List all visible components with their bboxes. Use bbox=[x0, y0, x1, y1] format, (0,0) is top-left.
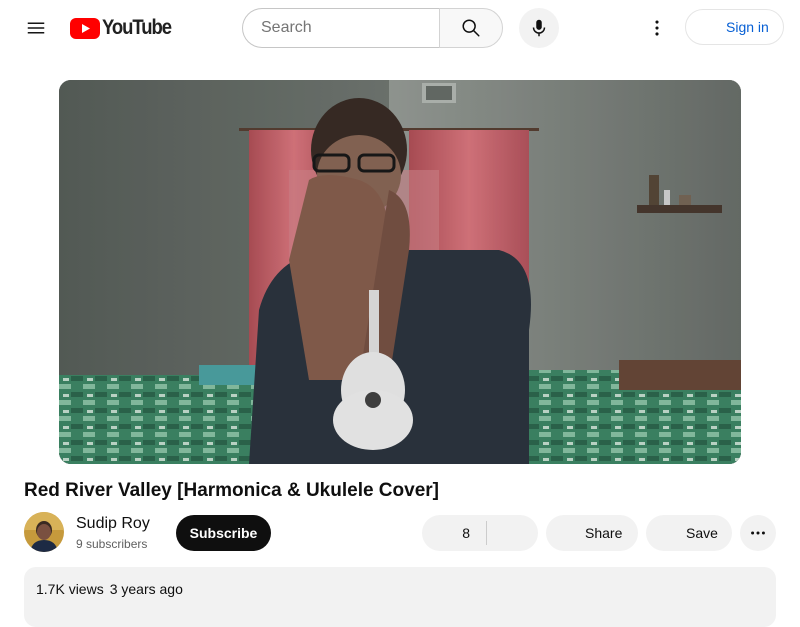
video-title: Red River Valley [Harmonica & Ukulele Co… bbox=[24, 480, 439, 501]
youtube-logo[interactable]: YouTube bbox=[70, 15, 180, 41]
subscribe-button[interactable]: Subscribe bbox=[176, 515, 271, 551]
upload-age: 3 years ago bbox=[109, 581, 183, 597]
more-actions-button[interactable] bbox=[740, 515, 776, 551]
share-button[interactable]: Share bbox=[546, 515, 638, 551]
description-box[interactable]: 1.7K views 3 years ago bbox=[24, 567, 776, 627]
video-player[interactable] bbox=[59, 80, 741, 464]
channel-name[interactable]: Sudip Roy bbox=[76, 513, 150, 535]
masthead: YouTube Sign in bbox=[0, 0, 800, 56]
search-button[interactable] bbox=[439, 8, 503, 48]
like-dislike-group: 8 bbox=[422, 515, 538, 551]
voice-search-button[interactable] bbox=[519, 8, 559, 48]
like-count: 8 bbox=[462, 525, 470, 541]
avatar-image bbox=[24, 512, 64, 552]
share-label: Share bbox=[585, 525, 623, 541]
search-input[interactable] bbox=[259, 18, 440, 38]
logo-text: YouTube bbox=[102, 16, 172, 39]
more-horizontal-icon bbox=[751, 531, 765, 535]
settings-more-button[interactable] bbox=[637, 8, 677, 48]
microphone-icon bbox=[532, 19, 546, 37]
search-box[interactable] bbox=[242, 8, 440, 48]
more-vertical-icon bbox=[655, 20, 659, 36]
view-count: 1.7K views bbox=[36, 581, 104, 597]
dislike-button[interactable] bbox=[487, 515, 538, 551]
sign-in-button[interactable]: Sign in bbox=[685, 9, 784, 45]
save-label: Save bbox=[686, 525, 718, 541]
youtube-logo-icon bbox=[70, 17, 100, 39]
like-button[interactable]: 8 bbox=[422, 515, 486, 551]
subscriber-count: 9 subscribers bbox=[76, 537, 148, 551]
guide-menu-button[interactable] bbox=[16, 8, 56, 48]
save-button[interactable]: Save bbox=[646, 515, 732, 551]
hamburger-menu-icon bbox=[27, 22, 45, 34]
channel-avatar[interactable] bbox=[24, 512, 64, 552]
search-icon bbox=[462, 19, 480, 37]
video-frame bbox=[59, 80, 741, 464]
sign-in-label: Sign in bbox=[726, 19, 769, 35]
